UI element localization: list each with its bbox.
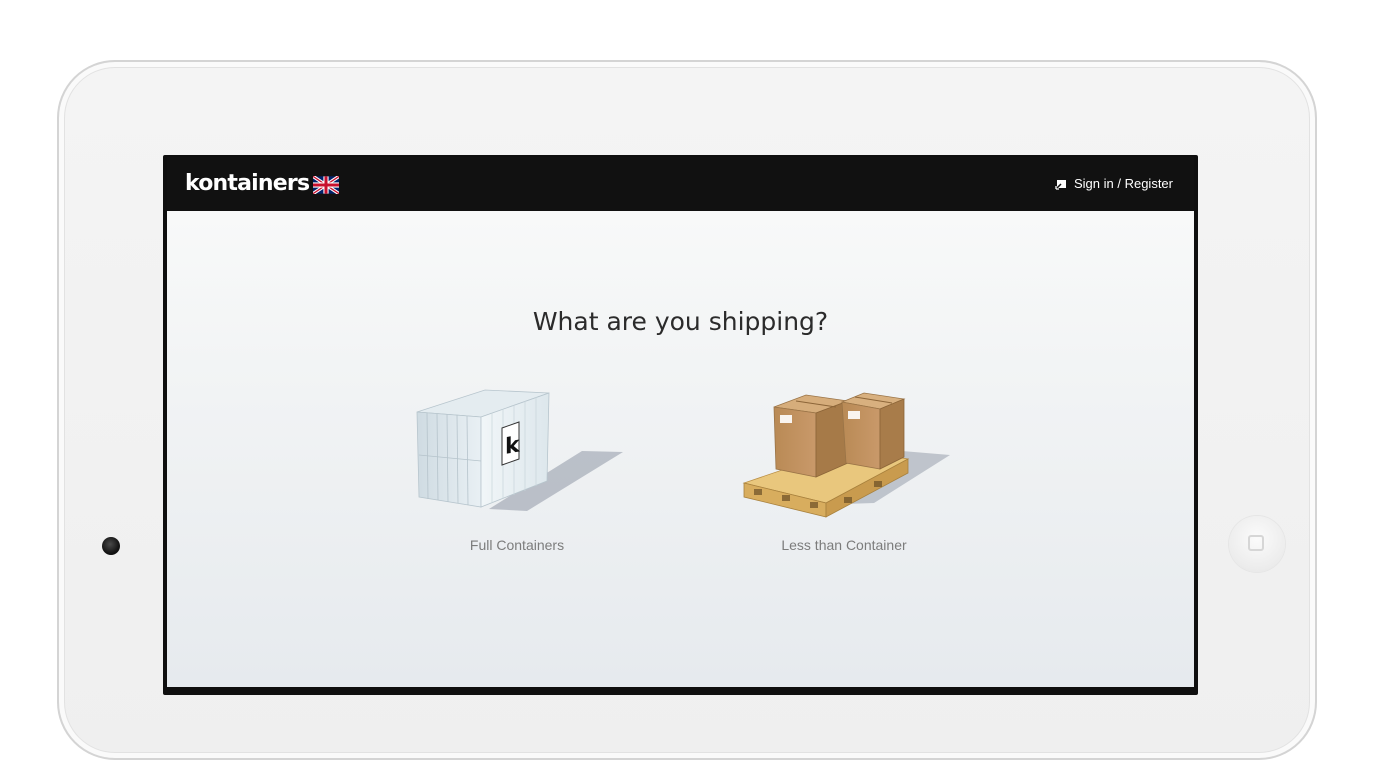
shipping-container-icon: k [416, 389, 623, 511]
full-containers-option[interactable]: k Full Containers [397, 385, 637, 555]
app-screen: kontainers Sign in / Register What are y… [167, 157, 1194, 687]
home-square-icon [1248, 535, 1264, 551]
brand-logo[interactable]: kontainers [185, 171, 310, 196]
boxes-on-pallet-icon [742, 392, 950, 518]
svg-text:k: k [505, 431, 521, 460]
top-navigation-bar: kontainers Sign in / Register [167, 157, 1194, 211]
less-than-container-label: Less than Container [781, 537, 907, 553]
sign-in-icon [1055, 179, 1066, 190]
uk-flag-icon[interactable] [313, 176, 339, 194]
home-button[interactable] [1229, 516, 1285, 572]
sign-in-register-link[interactable]: Sign in / Register [1055, 176, 1173, 191]
camera-icon [102, 537, 120, 555]
full-containers-label: Full Containers [469, 537, 565, 553]
less-than-container-option[interactable]: Less than Container [724, 385, 964, 555]
sign-in-label: Sign in / Register [1074, 176, 1173, 191]
page-heading: What are you shipping? [532, 307, 829, 336]
